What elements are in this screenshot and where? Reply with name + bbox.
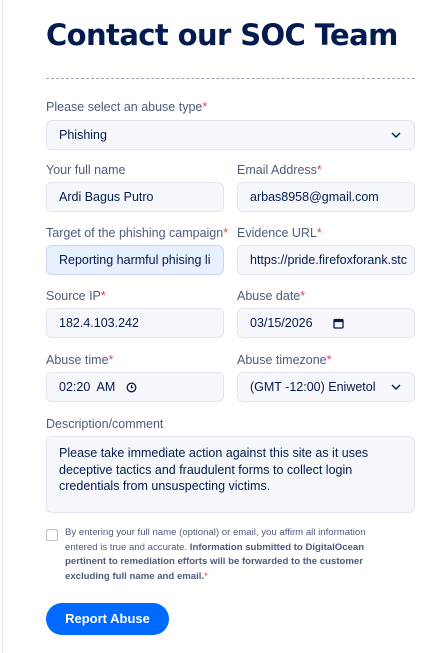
consent-text: By entering your full name (optional) or…: [65, 526, 400, 584]
full-name-value: Ardi Bagus Putro: [59, 190, 154, 204]
abuse-timezone-select[interactable]: (GMT -12:00) Eniwetol: [237, 372, 415, 402]
abuse-date-label: Abuse date*: [237, 289, 306, 303]
abuse-date-value: 03/15/2026: [250, 316, 313, 330]
full-name-input[interactable]: Ardi Bagus Putro: [46, 182, 224, 212]
required-marker: *: [316, 226, 322, 240]
abuse-type-label: Please select an abuse type*: [46, 100, 208, 114]
evidence-url-value: https://pride.firefoxforank.stc: [250, 253, 408, 267]
target-value: Reporting harmful phising lin: [59, 253, 211, 267]
email-input[interactable]: arbas8958@gmail.com: [237, 182, 415, 212]
email-label: Email Address*: [237, 163, 322, 177]
abuse-time-input[interactable]: 02:20 AM: [46, 372, 224, 402]
calendar-icon[interactable]: [332, 317, 344, 329]
abuse-timezone-value: (GMT -12:00) Eniwetol: [250, 380, 376, 394]
abuse-type-select[interactable]: Phishing: [46, 120, 415, 150]
source-ip-value: 182.4.103.242: [59, 316, 139, 330]
left-border: [2, 0, 3, 653]
description-label: Description/comment: [46, 417, 164, 431]
title-divider: [46, 78, 415, 79]
required-marker: *: [316, 163, 322, 177]
full-name-label: Your full name: [46, 163, 126, 177]
consent-checkbox[interactable]: [46, 529, 58, 541]
source-ip-label: Source IP*: [46, 289, 106, 303]
required-marker: *: [100, 289, 106, 303]
description-textarea[interactable]: Please take immediate action against thi…: [46, 436, 415, 513]
chevron-down-icon: [390, 381, 402, 393]
required-marker: *: [108, 353, 114, 367]
chevron-down-icon: [390, 129, 402, 141]
required-marker: *: [204, 570, 208, 582]
required-marker: *: [202, 100, 208, 114]
required-marker: *: [300, 289, 306, 303]
evidence-url-input[interactable]: https://pride.firefoxforank.stc: [237, 245, 415, 275]
target-label: Target of the phishing campaign*: [46, 226, 229, 240]
required-marker: *: [326, 353, 332, 367]
report-abuse-button[interactable]: Report Abuse: [46, 603, 169, 635]
target-input[interactable]: Reporting harmful phising lin: [46, 245, 224, 275]
source-ip-input[interactable]: 182.4.103.242: [46, 308, 224, 338]
email-value: arbas8958@gmail.com: [250, 190, 379, 204]
abuse-time-value: 02:20 AM: [59, 380, 116, 394]
required-marker: *: [223, 226, 229, 240]
abuse-time-label: Abuse time*: [46, 353, 114, 367]
abuse-timezone-label: Abuse timezone*: [237, 353, 332, 367]
abuse-type-value: Phishing: [59, 128, 107, 142]
page-title: Contact our SOC Team: [46, 18, 398, 52]
clock-icon[interactable]: [125, 381, 137, 393]
abuse-date-input[interactable]: 03/15/2026: [237, 308, 415, 338]
evidence-url-label: Evidence URL*: [237, 226, 322, 240]
